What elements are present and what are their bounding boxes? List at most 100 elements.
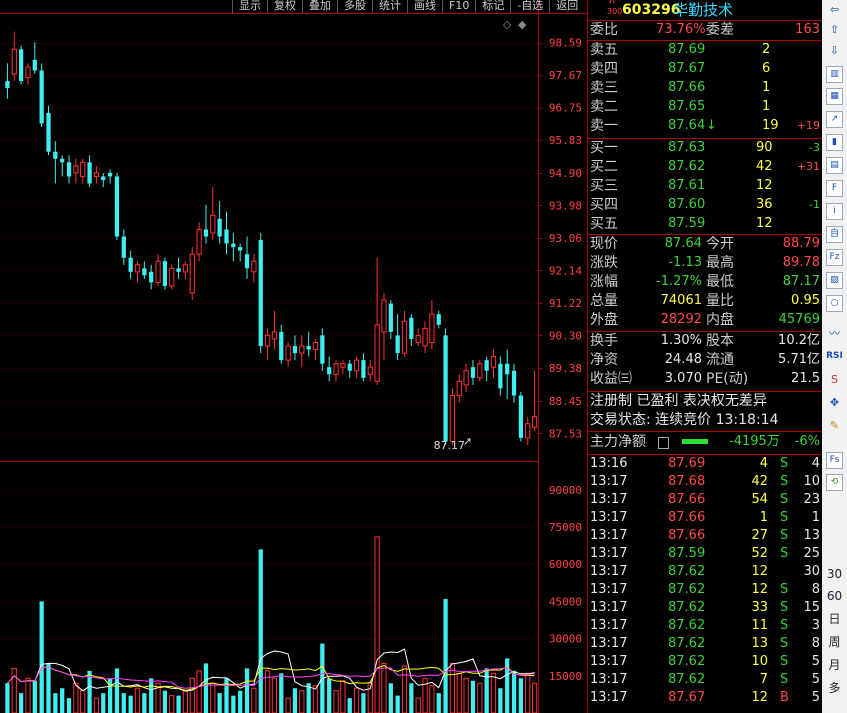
toolbar-back[interactable]: 返回	[549, 0, 584, 13]
toolbar-statistics[interactable]: 统计	[372, 0, 407, 13]
kline-icon[interactable]: ▥	[826, 66, 843, 83]
buy-volume: 36	[756, 197, 773, 212]
toolbar-adjust[interactable]: 复权	[267, 0, 302, 13]
tick-volume: 1	[759, 510, 768, 525]
buy-level-label: 买二	[590, 159, 618, 175]
volume-bar	[25, 677, 31, 713]
fs-icon[interactable]: Fs	[826, 452, 843, 469]
pencil-icon[interactable]: ✎	[826, 417, 843, 434]
period-month[interactable]: 月	[826, 657, 843, 674]
stat-row: 换手 1.30% 股本 10.2亿	[588, 332, 822, 350]
volume-bar	[518, 678, 524, 713]
toolbar-f10[interactable]: F10	[442, 0, 475, 13]
tick-volume: 52	[751, 546, 768, 561]
buy-volume: 42	[756, 159, 773, 174]
trend-icon[interactable]: ↗	[826, 111, 843, 128]
tick-row: 13:17 87.62 13 S 8	[588, 635, 822, 653]
candle-body	[93, 172, 100, 177]
volume-axis-label: 60000	[549, 558, 582, 571]
quote-row: 总量 74061 量比 0.95	[588, 292, 822, 310]
buy-change: -3	[809, 141, 820, 154]
candle-body	[484, 360, 489, 371]
circle-icon[interactable]: ○	[826, 295, 843, 312]
tick-count: 3	[811, 618, 820, 633]
s-icon[interactable]: S	[826, 371, 843, 388]
wave-icon[interactable]: 〰	[826, 325, 843, 342]
news-icon[interactable]: 自	[826, 226, 843, 243]
volume-bar	[46, 663, 51, 713]
info-icon[interactable]: i	[826, 203, 843, 220]
tick-count: 5	[811, 690, 820, 705]
flow-menu-icon[interactable]	[658, 437, 669, 449]
arrow-down-icon[interactable]: ⇩	[826, 42, 843, 59]
period-week[interactable]: 周	[826, 634, 843, 651]
volume-axis-label: 45000	[549, 595, 582, 608]
tick-price: 87.68	[668, 474, 706, 489]
stat-value: 10.2亿	[778, 333, 820, 348]
volume-bar	[134, 687, 141, 713]
chart-icon[interactable]: ▨	[826, 272, 843, 289]
period-60[interactable]: 60	[826, 588, 843, 605]
tick-count: 23	[803, 492, 820, 507]
toolbar-mark[interactable]: 标记	[475, 0, 510, 13]
f10-icon[interactable]: F	[826, 180, 843, 197]
tick-count: 13	[803, 528, 820, 543]
period-multi[interactable]: 多	[826, 680, 843, 697]
candle-body	[292, 346, 298, 354]
candle-body	[149, 271, 154, 283]
fz-icon[interactable]: Fz	[826, 249, 843, 266]
tick-volume: 12	[751, 564, 768, 579]
candle-body	[477, 363, 483, 379]
candle-body	[121, 236, 126, 258]
toolbar-multi-stock[interactable]: 多股	[337, 0, 372, 13]
sell-level-label: 卖二	[590, 99, 618, 115]
stat-label: 股本	[706, 333, 734, 349]
arrow-up-icon[interactable]: ⇧	[826, 21, 843, 38]
chart-area[interactable]: ◇ ◆ 98.59 97.67 96.75 95.83 94.90 93.98 93.06 92.…	[0, 0, 587, 713]
buy-row: 买二 87.62 42 +31	[588, 158, 822, 176]
candle-body	[155, 260, 161, 283]
tick-count: 4	[811, 456, 820, 471]
down-arrow-icon: ↓	[706, 118, 717, 133]
tick-volume: 12	[751, 582, 768, 597]
quote-panel: R 300 603296 华勤技术 委比 73.76% 委差 163 卖五 87.…	[587, 0, 823, 713]
volume-bar	[415, 697, 421, 713]
trade-status: 交易状态: 连续竞价 13:18:14	[590, 412, 779, 428]
arrow-left-icon[interactable]: ⇦	[826, 1, 843, 18]
tick-count: 10	[803, 474, 820, 489]
rsi-icon[interactable]: RSI	[826, 348, 843, 365]
buy-level-label: 买五	[590, 216, 618, 232]
volume-bar	[149, 678, 154, 713]
volume-bar	[347, 698, 352, 713]
candle-icon[interactable]: ▮	[826, 134, 843, 151]
price-axis-label: 97.67	[549, 69, 582, 82]
grid-icon[interactable]: ▤	[826, 157, 843, 174]
volume-bar	[128, 695, 133, 713]
kline-chart[interactable]: ◇ ◆ 98.59 97.67 96.75 95.83 94.90 93.98 93.06 92.…	[0, 0, 587, 713]
tick-side: S	[780, 528, 789, 543]
move-icon[interactable]: ✥	[826, 394, 843, 411]
table-icon[interactable]: ▦	[826, 88, 843, 105]
sell-row: 卖三 87.66 1	[588, 79, 822, 97]
stat-value: 21.5	[791, 371, 820, 386]
price-axis-label: 98.59	[549, 37, 582, 50]
tick-row: 13:17 87.66 27 S 13	[588, 527, 822, 545]
candle-body	[5, 81, 10, 89]
volume-bar	[203, 663, 209, 713]
buy-row: 买四 87.60 36 -1	[588, 196, 822, 214]
period-day[interactable]: 日	[826, 611, 843, 628]
tick-count: 8	[811, 582, 820, 597]
tick-count: 1	[811, 510, 820, 525]
toolbar-overlay[interactable]: 叠加	[302, 0, 337, 13]
candle-body	[128, 257, 133, 272]
period-30[interactable]: 30	[826, 566, 843, 583]
toolbar-watchlist[interactable]: -自选	[510, 0, 549, 13]
buy-price: 87.61	[668, 178, 706, 193]
toolbar-draw[interactable]: 画线	[407, 0, 442, 13]
volume-bar	[189, 677, 195, 713]
toolbar-display[interactable]: 显示	[232, 0, 267, 13]
candle-body	[401, 320, 408, 354]
candle-body	[142, 268, 147, 276]
sync-icon[interactable]: ⟲	[826, 474, 843, 491]
tick-row: 13:17 87.68 42 S 10	[588, 473, 822, 491]
